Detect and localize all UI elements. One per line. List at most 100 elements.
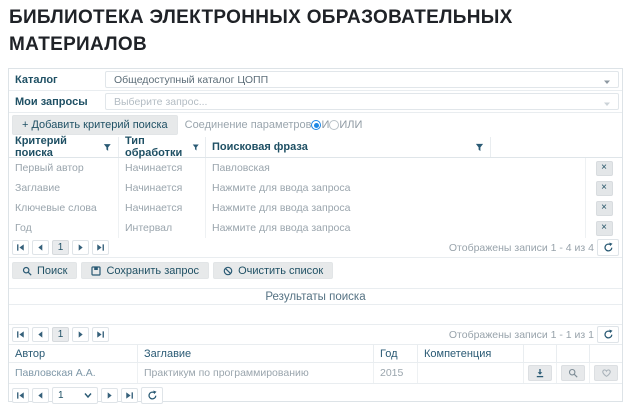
radio-dot-icon (329, 120, 339, 130)
first-page-icon (16, 391, 25, 400)
filter-icon[interactable] (103, 143, 112, 152)
last-page-icon (125, 391, 134, 400)
my-queries-select[interactable]: Выберите запрос... (105, 93, 619, 110)
page-select[interactable]: 1 (52, 387, 98, 404)
delete-criterion-button[interactable]: × (596, 221, 613, 236)
last-page-button[interactable] (92, 240, 109, 255)
chevron-down-icon (84, 392, 92, 399)
criteria-pager: 1 Отображены записи 1 - 4 из 4 (9, 238, 622, 258)
results-pager-bottom: 1 (9, 384, 622, 407)
column-header-author: Автор (9, 345, 138, 362)
heart-icon (601, 368, 612, 378)
my-queries-placeholder: Выберите запрос... (114, 96, 207, 108)
prev-page-button[interactable] (32, 388, 49, 403)
refresh-button[interactable] (597, 239, 619, 256)
records-status: Отображены записи 1 - 1 из 1 (449, 329, 594, 341)
next-page-icon (76, 330, 85, 339)
add-criterion-button[interactable]: + Добавить критерий поиска (12, 115, 178, 135)
refresh-icon (603, 329, 614, 340)
next-page-button[interactable] (101, 388, 118, 403)
prev-page-icon (36, 243, 45, 252)
delete-criterion-button[interactable]: × (596, 161, 613, 176)
criterion-cell[interactable]: Год (9, 218, 119, 238)
ban-icon (223, 266, 233, 276)
clear-list-button[interactable]: Очистить список (213, 262, 333, 279)
next-page-button[interactable] (72, 327, 89, 342)
column-header-phrase: Поисковая фраза (206, 137, 491, 157)
criteria-table-header: Критерий поиска Тип обработки Поисковая … (9, 137, 622, 158)
chevron-down-icon (603, 78, 611, 86)
criteria-row: Первый автор Начинается Павловская × (9, 158, 622, 178)
favorite-button[interactable] (594, 365, 618, 381)
current-page-button[interactable]: 1 (52, 240, 69, 255)
join-or-label: ИЛИ (339, 119, 362, 131)
phrase-cell[interactable]: Нажмите для ввода запроса (206, 198, 586, 218)
clear-list-button-label: Очистить список (238, 265, 323, 277)
column-label: Критерий поиска (15, 135, 103, 159)
refresh-icon (603, 242, 614, 253)
prev-page-icon (36, 330, 45, 339)
save-icon (91, 266, 101, 276)
first-page-button[interactable] (12, 388, 29, 403)
last-page-icon (96, 330, 105, 339)
column-header-favorite (590, 345, 622, 362)
criteria-row: Ключевые слова Начинается Нажмите для вв… (9, 198, 622, 218)
my-queries-row: Мои запросы Выберите запрос... (9, 91, 622, 113)
view-record-button[interactable] (561, 365, 585, 381)
save-query-button[interactable]: Сохранить запрос (81, 262, 209, 279)
phrase-cell[interactable]: Нажмите для ввода запроса (206, 218, 586, 238)
search-icon (22, 266, 32, 276)
delete-criterion-button[interactable]: × (596, 181, 613, 196)
prev-page-icon (36, 391, 45, 400)
criterion-cell[interactable]: Заглавие (9, 178, 119, 198)
results-empty-band (9, 305, 622, 325)
type-cell[interactable]: Начинается (119, 158, 206, 178)
page-select-value: 1 (58, 390, 64, 401)
author-cell: Павловская А.А. (9, 363, 138, 383)
criterion-cell[interactable]: Первый автор (9, 158, 119, 178)
prev-page-button[interactable] (32, 240, 49, 255)
search-button-label: Поиск (37, 265, 67, 277)
download-button[interactable] (528, 365, 552, 381)
phrase-cell[interactable]: Павловская (206, 158, 586, 178)
magnifier-icon (568, 368, 578, 378)
results-title: Результаты поиска (9, 288, 622, 305)
column-header-actions (491, 137, 622, 157)
phrase-cell[interactable]: Нажмите для ввода запроса (206, 178, 586, 198)
refresh-button[interactable] (141, 387, 163, 404)
my-queries-label: Мои запросы (9, 91, 105, 112)
year-cell: 2015 (374, 363, 418, 383)
next-page-button[interactable] (72, 240, 89, 255)
type-cell[interactable]: Интервал (119, 218, 206, 238)
column-header-title: Заглавие (138, 345, 374, 362)
criterion-cell[interactable]: Ключевые слова (9, 198, 119, 218)
column-header-criterion: Критерий поиска (9, 137, 119, 157)
radio-dot-icon (311, 120, 321, 130)
join-radio-and[interactable]: И (311, 119, 329, 131)
next-page-icon (105, 391, 114, 400)
refresh-icon (147, 390, 158, 401)
search-button[interactable]: Поиск (12, 262, 77, 279)
type-cell[interactable]: Начинается (119, 198, 206, 218)
join-and-label: И (321, 119, 329, 131)
filter-icon[interactable] (192, 143, 199, 152)
prev-page-button[interactable] (32, 327, 49, 342)
last-page-button[interactable] (121, 388, 138, 403)
last-page-button[interactable] (92, 327, 109, 342)
catalog-select[interactable]: Общедоступный каталог ЦОПП (105, 71, 619, 88)
first-page-icon (16, 243, 25, 252)
filter-icon[interactable] (475, 143, 484, 152)
first-page-button[interactable] (12, 327, 29, 342)
join-radio-or[interactable]: ИЛИ (329, 119, 362, 131)
catalog-label: Каталог (9, 69, 105, 90)
first-page-button[interactable] (12, 240, 29, 255)
page-title: БИБЛИОТЕКА ЭЛЕКТРОННЫХ ОБРАЗОВАТЕЛЬНЫХ М… (9, 5, 609, 58)
refresh-button[interactable] (597, 326, 619, 343)
type-cell[interactable]: Начинается (119, 178, 206, 198)
last-page-icon (96, 243, 105, 252)
column-header-type: Тип обработки (119, 137, 206, 157)
current-page-button[interactable]: 1 (52, 327, 69, 342)
search-panel: Каталог Общедоступный каталог ЦОПП Мои з… (8, 68, 623, 402)
actions-bar: Поиск Сохранить запрос Очистить список (9, 258, 622, 283)
delete-criterion-button[interactable]: × (596, 201, 613, 216)
